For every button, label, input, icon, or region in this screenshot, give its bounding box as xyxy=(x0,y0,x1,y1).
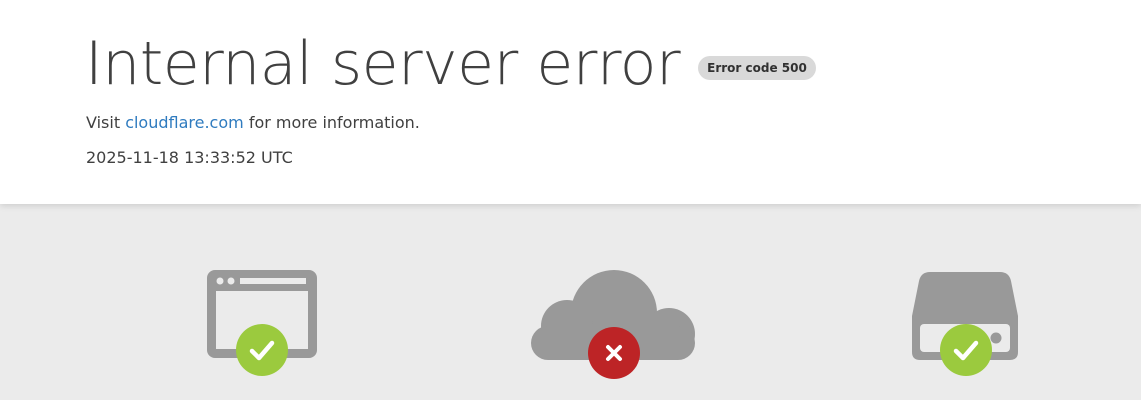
page-title: Internal server error xyxy=(85,29,681,99)
timestamp: 2025-11-18 13:33:52 UTC xyxy=(86,148,293,167)
browser-status xyxy=(236,324,288,376)
info-text: Visit cloudflare.com for more informatio… xyxy=(86,113,420,132)
info-suffix: for more information. xyxy=(243,113,420,132)
cloudflare-link[interactable]: cloudflare.com xyxy=(125,113,244,132)
error-x-icon xyxy=(588,327,640,379)
cloud-status xyxy=(588,327,640,379)
info-prefix: Visit xyxy=(86,113,126,132)
server-status xyxy=(940,324,992,376)
error-code-badge: Error code 500 xyxy=(698,56,816,80)
error-header: Internal server error Error code 500 Vis… xyxy=(0,0,1141,204)
status-band xyxy=(0,204,1141,400)
check-icon xyxy=(940,324,992,376)
title-row: Internal server error Error code 500 xyxy=(85,28,816,100)
check-icon xyxy=(236,324,288,376)
